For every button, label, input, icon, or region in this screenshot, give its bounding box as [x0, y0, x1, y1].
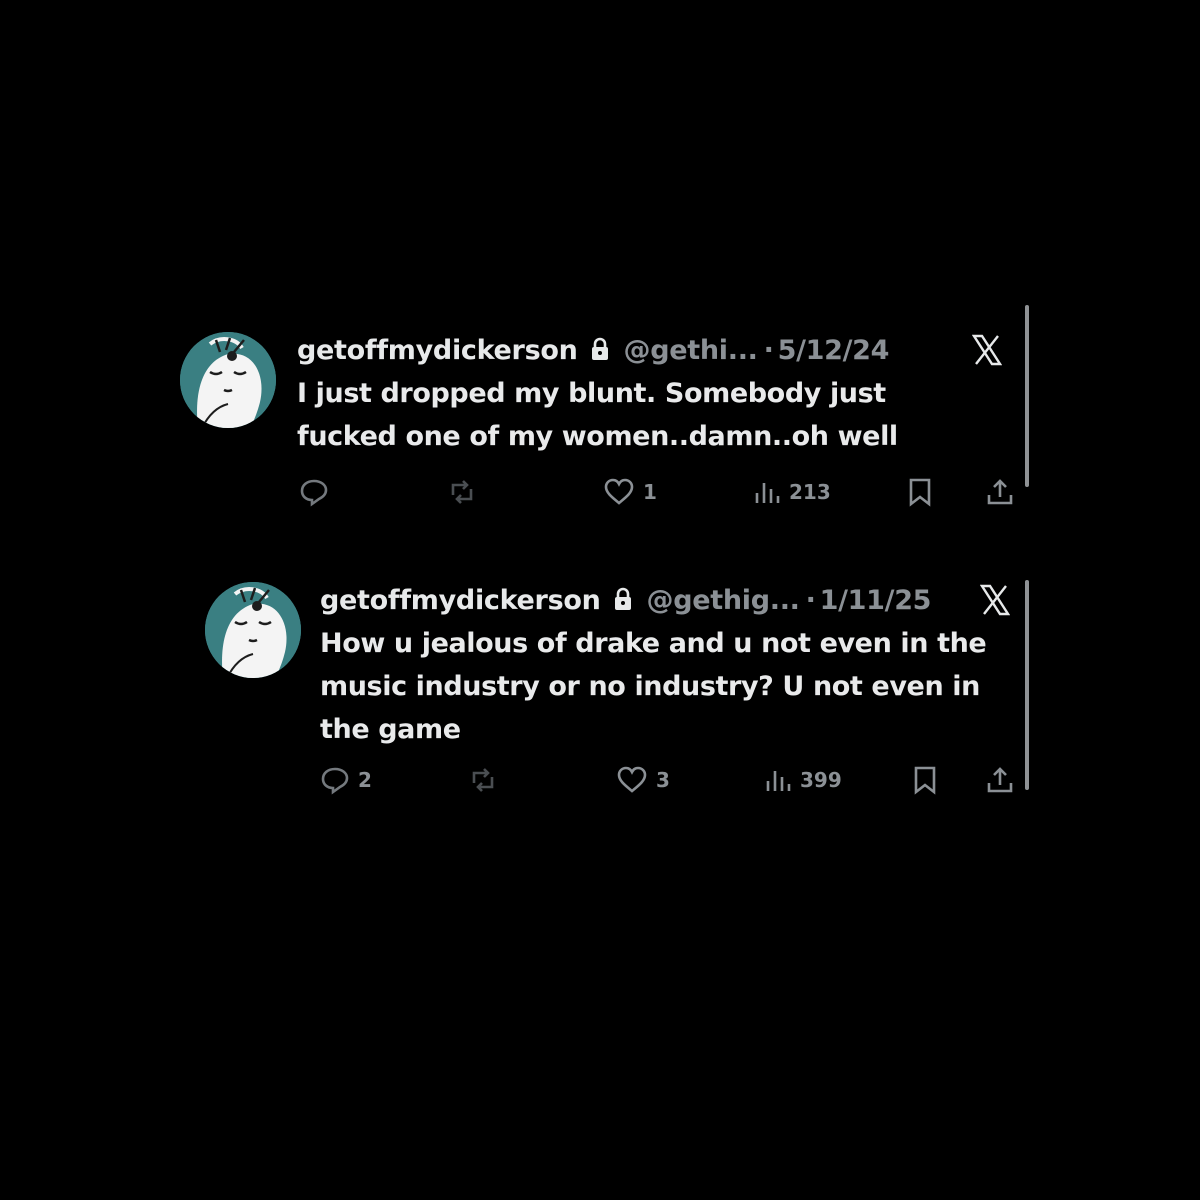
reply-button[interactable]: [299, 472, 337, 512]
separator-dot: ·: [763, 334, 774, 366]
repost-icon: [451, 480, 473, 504]
tweet-header: getoffmydickerson @gethi... · 5/12/24: [297, 330, 1017, 370]
avatar-illustration-icon: [180, 332, 276, 428]
avatar[interactable]: [180, 332, 276, 428]
tweet-header: getoffmydickerson @gethig... · 1/11/25: [320, 580, 1020, 620]
separator-dot: ·: [805, 584, 816, 616]
tweet-text: I just dropped my blunt. Somebody just f…: [297, 372, 1017, 458]
bookmark-button[interactable]: [912, 760, 938, 800]
user-handle[interactable]: @gethi...: [624, 335, 758, 366]
avatar-illustration-icon: [205, 582, 301, 678]
tweet-text-line: the game: [320, 714, 461, 745]
bookmark-icon: [914, 766, 936, 795]
like-button[interactable]: 1: [603, 472, 657, 512]
tweet-text-line: I just dropped my blunt. Somebody just: [297, 378, 886, 409]
x-logo-icon[interactable]: [972, 334, 1002, 366]
tweet-date[interactable]: 1/11/25: [820, 585, 932, 616]
action-bar: 2 3 399: [320, 760, 1020, 800]
x-logo-icon[interactable]: [980, 584, 1010, 616]
user-handle[interactable]: @gethig...: [647, 585, 800, 616]
repost-button[interactable]: [447, 472, 485, 512]
heart-icon: [617, 766, 647, 793]
like-button[interactable]: 3: [616, 760, 670, 800]
views-icon: [766, 771, 791, 791]
tweet-body: getoffmydickerson @gethig... · 1/11/25 H…: [320, 580, 1020, 795]
views-icon: [755, 483, 780, 503]
views-button[interactable]: 213: [753, 472, 831, 512]
share-button[interactable]: [985, 760, 1015, 800]
reply-icon: [321, 767, 349, 795]
views-button[interactable]: 399: [764, 760, 842, 800]
scrollbar[interactable]: [1025, 305, 1029, 487]
display-name[interactable]: getoffmydickerson: [297, 335, 578, 366]
reply-icon: [300, 479, 328, 507]
lock-icon: [613, 587, 633, 611]
bookmark-button[interactable]: [907, 472, 933, 512]
view-count: 213: [789, 480, 831, 504]
repost-icon: [472, 768, 494, 792]
display-name[interactable]: getoffmydickerson: [320, 585, 601, 616]
repost-button[interactable]: [468, 760, 506, 800]
like-count: 1: [643, 480, 657, 504]
heart-icon: [604, 478, 634, 505]
share-button[interactable]: [985, 472, 1015, 512]
bookmark-icon: [909, 478, 931, 507]
share-icon: [987, 479, 1013, 505]
share-icon: [987, 767, 1013, 793]
tweet-date[interactable]: 5/12/24: [778, 335, 890, 366]
tweet-text-line: music industry or no industry? U not eve…: [320, 671, 980, 702]
tweet-text-line: How u jealous of drake and u not even in…: [320, 628, 987, 659]
avatar[interactable]: [205, 582, 301, 678]
scrollbar[interactable]: [1025, 580, 1029, 790]
lock-icon: [590, 337, 610, 361]
reply-count: 2: [358, 768, 372, 792]
reply-button[interactable]: 2: [320, 760, 372, 800]
tweet-text-line: fucked one of my women..damn..oh well: [297, 421, 898, 452]
tweet-text: How u jealous of drake and u not even in…: [320, 622, 1020, 751]
tweet-body: getoffmydickerson @gethi... · 5/12/24 I …: [297, 330, 1017, 507]
like-count: 3: [656, 768, 670, 792]
action-bar: 1 213: [297, 472, 1017, 512]
view-count: 399: [800, 768, 842, 792]
